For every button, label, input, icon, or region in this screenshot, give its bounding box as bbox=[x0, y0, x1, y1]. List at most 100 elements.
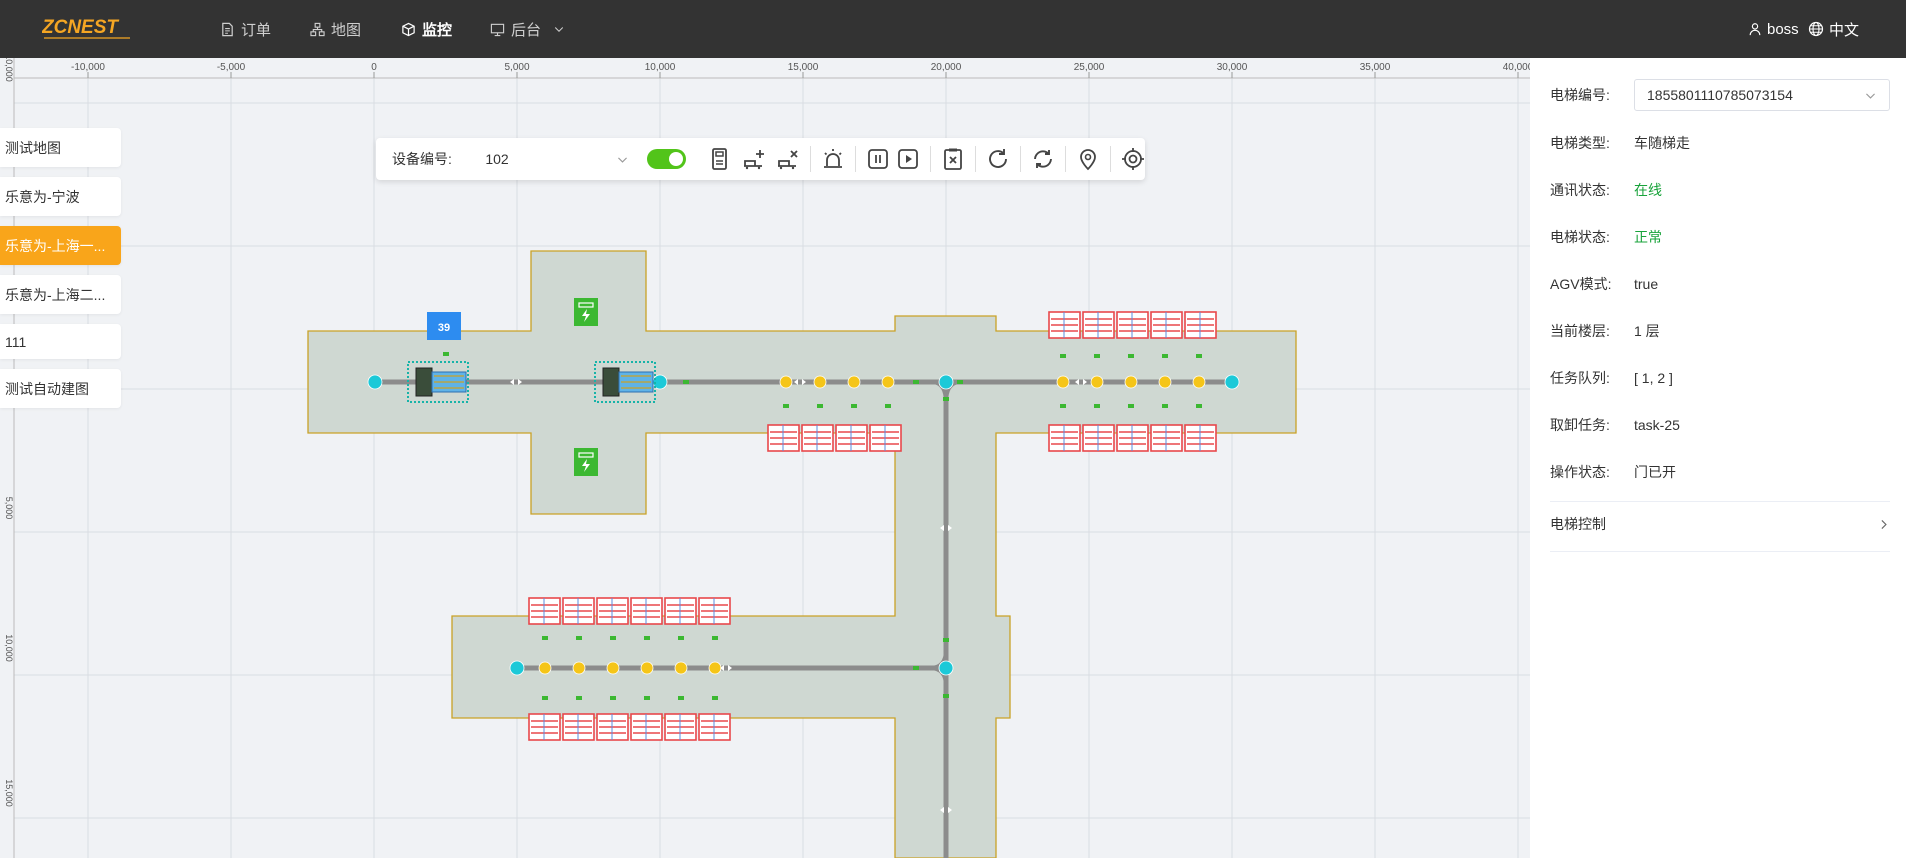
charger-station[interactable] bbox=[574, 448, 598, 476]
nav-map[interactable]: 地图 bbox=[310, 0, 361, 58]
waypoint-marker[interactable] bbox=[712, 636, 718, 640]
path-node[interactable] bbox=[640, 661, 654, 675]
waypoint-marker[interactable] bbox=[576, 636, 582, 640]
shelf-rack[interactable] bbox=[835, 424, 868, 452]
waypoint-marker[interactable] bbox=[817, 404, 823, 408]
charge-button[interactable] bbox=[708, 146, 732, 172]
waypoint-marker[interactable] bbox=[644, 696, 650, 700]
waypoint-marker[interactable] bbox=[542, 636, 548, 640]
path-node[interactable] bbox=[708, 661, 722, 675]
waypoint-marker[interactable] bbox=[576, 696, 582, 700]
waypoint-marker[interactable] bbox=[885, 404, 891, 408]
path-node[interactable] bbox=[779, 375, 793, 389]
path-node[interactable] bbox=[813, 375, 827, 389]
map-list-item[interactable]: 乐意为-上海二... bbox=[0, 275, 121, 314]
map-list-item-active[interactable]: 乐意为-上海一... bbox=[0, 226, 121, 265]
nav-admin[interactable]: 后台 bbox=[490, 0, 565, 58]
waypoint-marker[interactable] bbox=[1196, 404, 1202, 408]
path-node[interactable] bbox=[606, 661, 620, 675]
waypoint-marker[interactable] bbox=[1060, 404, 1066, 408]
waypoint-marker[interactable] bbox=[1196, 354, 1202, 358]
path-node[interactable] bbox=[1192, 375, 1206, 389]
device-number-select[interactable]: 102 bbox=[485, 145, 632, 173]
shelf-rack[interactable] bbox=[869, 424, 902, 452]
path-node[interactable] bbox=[1224, 374, 1240, 390]
waypoint-marker[interactable] bbox=[957, 380, 963, 384]
nav-orders[interactable]: 订单 bbox=[220, 0, 271, 58]
path-node[interactable] bbox=[509, 660, 525, 676]
shelf-rack[interactable] bbox=[1048, 311, 1081, 339]
shelf-rack[interactable] bbox=[562, 713, 595, 741]
map-list-item[interactable]: 测试地图 bbox=[0, 128, 121, 167]
shelf-rack[interactable] bbox=[698, 713, 731, 741]
shelf-rack[interactable] bbox=[596, 713, 629, 741]
path-node[interactable] bbox=[674, 661, 688, 675]
waypoint-marker[interactable] bbox=[851, 404, 857, 408]
waypoint-marker[interactable] bbox=[1128, 404, 1134, 408]
waypoint-marker[interactable] bbox=[943, 638, 949, 642]
path-node[interactable] bbox=[938, 660, 954, 676]
play-button[interactable] bbox=[896, 146, 920, 172]
add-agv-button[interactable] bbox=[742, 146, 766, 172]
map-list-item[interactable]: 111 bbox=[0, 324, 121, 359]
shelf-rack[interactable] bbox=[664, 713, 697, 741]
waypoint-marker[interactable] bbox=[644, 636, 650, 640]
shelf-rack[interactable] bbox=[630, 597, 663, 625]
charger-station[interactable] bbox=[574, 298, 598, 326]
waypoint-marker[interactable] bbox=[610, 696, 616, 700]
path-node[interactable] bbox=[1158, 375, 1172, 389]
waypoint-marker[interactable] bbox=[1094, 354, 1100, 358]
waypoint-marker[interactable] bbox=[1094, 404, 1100, 408]
waypoint-marker[interactable] bbox=[683, 380, 689, 384]
waypoint-marker[interactable] bbox=[913, 666, 919, 670]
shelf-rack[interactable] bbox=[1150, 424, 1183, 452]
nav-monitor[interactable]: 监控 bbox=[401, 0, 452, 58]
shelf-rack[interactable] bbox=[1048, 424, 1081, 452]
shelf-rack[interactable] bbox=[1184, 424, 1217, 452]
path-node[interactable] bbox=[572, 661, 586, 675]
shelf-rack[interactable] bbox=[767, 424, 800, 452]
waypoint-marker[interactable] bbox=[943, 397, 949, 401]
shelf-rack[interactable] bbox=[1082, 424, 1115, 452]
path-node[interactable] bbox=[847, 375, 861, 389]
language-switcher[interactable]: 中文 bbox=[1808, 0, 1859, 58]
shelf-rack[interactable] bbox=[596, 597, 629, 625]
map-canvas[interactable]: 39 -10,000 -5,000 0 5,000 10,000 15,000 20,000… bbox=[0, 58, 1530, 858]
clear-task-button[interactable] bbox=[941, 146, 965, 172]
waypoint-marker[interactable] bbox=[542, 696, 548, 700]
elevator-id-select[interactable]: 1855801110785073154 bbox=[1634, 79, 1890, 111]
elevator-control-collapse[interactable]: 电梯控制 bbox=[1550, 514, 1890, 534]
waypoint-marker[interactable] bbox=[1060, 354, 1066, 358]
pause-button[interactable] bbox=[866, 146, 890, 172]
waypoint-marker[interactable] bbox=[1162, 404, 1168, 408]
waypoint-marker[interactable] bbox=[678, 696, 684, 700]
path-node[interactable] bbox=[1056, 375, 1070, 389]
path-node[interactable] bbox=[938, 374, 954, 390]
waypoint-marker[interactable] bbox=[1162, 354, 1168, 358]
shelf-rack[interactable] bbox=[801, 424, 834, 452]
path-node[interactable] bbox=[881, 375, 895, 389]
waypoint-marker[interactable] bbox=[943, 694, 949, 698]
sync-button[interactable] bbox=[1031, 146, 1055, 172]
shelf-rack[interactable] bbox=[528, 597, 561, 625]
waypoint-marker[interactable] bbox=[610, 636, 616, 640]
shelf-rack[interactable] bbox=[630, 713, 663, 741]
refresh-button[interactable] bbox=[986, 146, 1010, 172]
waypoint-marker[interactable] bbox=[443, 352, 449, 356]
waypoint-marker[interactable] bbox=[678, 636, 684, 640]
shelf-rack[interactable] bbox=[698, 597, 731, 625]
shelf-rack[interactable] bbox=[528, 713, 561, 741]
map-list-item[interactable]: 测试自动建图 bbox=[0, 369, 121, 408]
path-node[interactable] bbox=[1090, 375, 1104, 389]
zcnest-logo[interactable]: ZCNEST bbox=[42, 13, 134, 43]
path-node[interactable] bbox=[538, 661, 552, 675]
shelf-rack[interactable] bbox=[664, 597, 697, 625]
shelf-rack[interactable] bbox=[1082, 311, 1115, 339]
path-node[interactable] bbox=[1124, 375, 1138, 389]
remove-agv-button[interactable] bbox=[776, 146, 800, 172]
shelf-rack[interactable] bbox=[1150, 311, 1183, 339]
path-node[interactable] bbox=[367, 374, 383, 390]
robot-id-badge[interactable]: 39 bbox=[427, 312, 461, 340]
waypoint-marker[interactable] bbox=[783, 404, 789, 408]
shelf-rack[interactable] bbox=[1116, 311, 1149, 339]
